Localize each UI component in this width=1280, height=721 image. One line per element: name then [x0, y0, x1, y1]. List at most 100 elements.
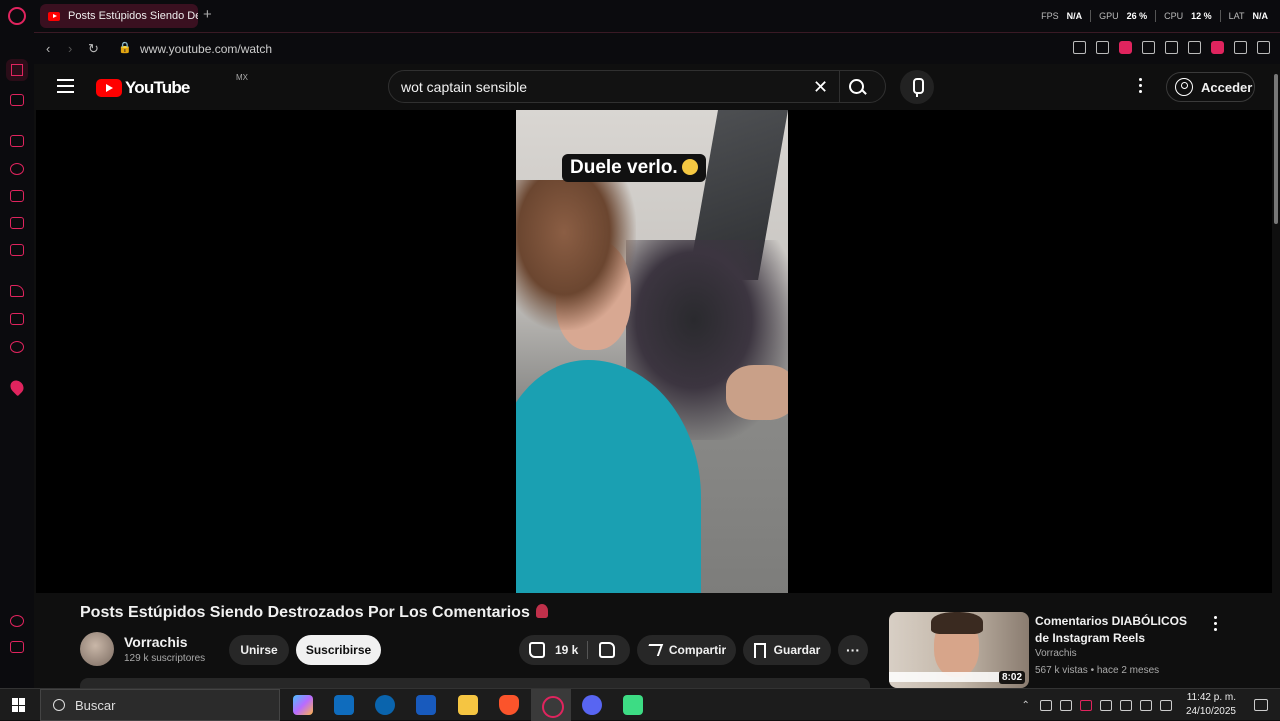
download-icon[interactable] [1234, 41, 1247, 54]
opera-gx-taskbar-icon[interactable] [531, 689, 571, 721]
recommended-age: hace 2 meses [1096, 665, 1160, 676]
video-duration: 8:02 [998, 671, 1025, 684]
menu-icon[interactable] [1257, 41, 1270, 54]
bookmark-icon [753, 642, 766, 658]
tray-usb-icon[interactable] [1059, 699, 1072, 711]
youtube-play-icon [96, 79, 122, 97]
opera-menu-icon[interactable] [8, 7, 26, 25]
speed-icon[interactable] [10, 163, 24, 175]
search-icon[interactable] [847, 77, 867, 97]
lock-icon[interactable]: 🔒 [118, 41, 132, 54]
page-scrollbar[interactable] [1272, 64, 1280, 688]
pin-icon[interactable] [1073, 41, 1086, 54]
profile-icon[interactable] [1211, 41, 1224, 54]
outlook-icon[interactable] [375, 695, 395, 715]
taskbar-search[interactable]: Buscar [40, 689, 280, 721]
video-caption-text: Duele verlo. [570, 157, 678, 178]
twitch-icon[interactable] [10, 313, 24, 325]
back-icon[interactable]: ‹ [46, 41, 50, 56]
stats-divider [1090, 10, 1092, 22]
word-icon[interactable] [416, 695, 436, 715]
video-title: Posts Estúpidos Siendo Destrozados Por L… [80, 604, 548, 622]
browser-sidebar [0, 32, 34, 688]
discord-icon[interactable] [582, 695, 602, 715]
share-button[interactable]: Compartir [637, 635, 736, 665]
news-icon[interactable] [10, 217, 24, 229]
copilot-icon[interactable] [293, 695, 313, 715]
recommended-channel[interactable]: Vorrachis [1035, 648, 1077, 659]
thumbnail-hair [931, 612, 983, 634]
whatsapp-icon[interactable] [10, 341, 24, 353]
settings-kebab-icon[interactable] [1139, 78, 1143, 96]
youtube-logo-text: YouTube [125, 78, 190, 97]
scrollbar-thumb[interactable] [1274, 74, 1278, 224]
home-icon[interactable] [6, 59, 28, 81]
taskbar-search-label: Buscar [75, 697, 116, 713]
tray-monitor-icon[interactable] [1119, 699, 1132, 711]
store-icon[interactable] [10, 190, 24, 202]
recommended-meta: 567 k vistas • hace 2 meses [1035, 665, 1160, 676]
hamburger-menu-icon[interactable] [57, 79, 74, 93]
dislike-icon[interactable] [599, 642, 615, 658]
play-icon[interactable] [1142, 41, 1155, 54]
wifi-icon[interactable] [1139, 699, 1152, 711]
like-icon[interactable] [529, 642, 545, 658]
tray-app-icon[interactable] [1039, 699, 1052, 711]
gpu-value: 26 % [1126, 11, 1148, 21]
like-count[interactable]: 19 k [555, 643, 578, 657]
settings-icon[interactable] [10, 615, 24, 627]
microsoft-store-icon[interactable] [334, 695, 354, 715]
android-app-icon[interactable] [623, 695, 643, 715]
subscribe-button[interactable]: Suscribirse [296, 635, 381, 665]
extensions-icon[interactable] [1188, 41, 1201, 54]
more-actions-button[interactable]: ··· [838, 635, 868, 665]
stats-divider [1219, 10, 1221, 22]
youtube-logo[interactable]: YouTube MX [96, 73, 248, 98]
forward-icon[interactable]: › [68, 41, 72, 56]
file-explorer-icon[interactable] [458, 695, 478, 715]
tray-opera-icon[interactable] [1079, 699, 1092, 711]
url-field[interactable]: www.youtube.com/watch [140, 42, 272, 56]
save-label: Guardar [773, 643, 821, 657]
windows-start-icon[interactable] [12, 698, 26, 712]
tray-dropbox-icon[interactable] [1099, 699, 1112, 711]
volume-icon[interactable] [1159, 699, 1172, 711]
browser-tab-active[interactable]: Posts Estúpidos Siendo De [40, 4, 198, 28]
channel-name[interactable]: Vorrachis [124, 634, 188, 650]
shield-icon[interactable] [1119, 41, 1132, 54]
gx-icon[interactable] [10, 641, 24, 653]
microphone-icon[interactable] [900, 70, 934, 104]
gamepad-icon[interactable] [10, 94, 24, 106]
tray-overflow-icon[interactable]: ⌃ [1022, 700, 1030, 711]
reload-icon[interactable]: ↻ [88, 41, 99, 57]
save-button[interactable]: Guardar [743, 635, 831, 665]
player-icon[interactable] [10, 244, 24, 256]
clear-search-icon[interactable]: ✕ [813, 77, 828, 98]
join-button[interactable]: Unirse [229, 635, 289, 665]
thumbnail-text-strip [889, 672, 999, 682]
sign-in-button[interactable]: Acceder [1166, 72, 1255, 102]
recommended-menu-icon[interactable] [1214, 616, 1218, 634]
aria-icon[interactable] [10, 285, 24, 297]
notifications-icon[interactable] [1254, 699, 1268, 711]
recommended-title[interactable]: Comentarios DIABÓLICOS de Instagram Reel… [1035, 613, 1200, 647]
new-tab-button[interactable]: + [203, 6, 212, 23]
heart-icon[interactable] [1165, 41, 1178, 54]
system-clock[interactable]: 11:42 p. m. 24/10/2025 [1186, 691, 1236, 719]
favorites-heart-icon[interactable] [7, 377, 27, 397]
video-player[interactable]: Duele verlo. [36, 110, 1272, 593]
like-dislike-group: 19 k [519, 635, 630, 665]
video-caption: Duele verlo. [562, 154, 706, 182]
description-box[interactable] [80, 678, 870, 688]
snapshot-icon[interactable] [1096, 41, 1109, 54]
brave-icon[interactable] [499, 695, 519, 715]
sign-in-label: Acceder [1201, 79, 1253, 95]
youtube-favicon-icon [48, 11, 60, 21]
country-code: MX [236, 73, 248, 82]
search-input[interactable] [401, 71, 801, 102]
gx-corner-icon[interactable] [10, 135, 24, 147]
clock-time: 11:42 p. m. [1186, 692, 1236, 703]
recommended-thumbnail[interactable]: 8:02 [889, 612, 1029, 688]
browser-titlebar: Posts Estúpidos Siendo De + FPS N/A GPU … [0, 0, 1280, 32]
channel-avatar[interactable] [80, 632, 114, 666]
